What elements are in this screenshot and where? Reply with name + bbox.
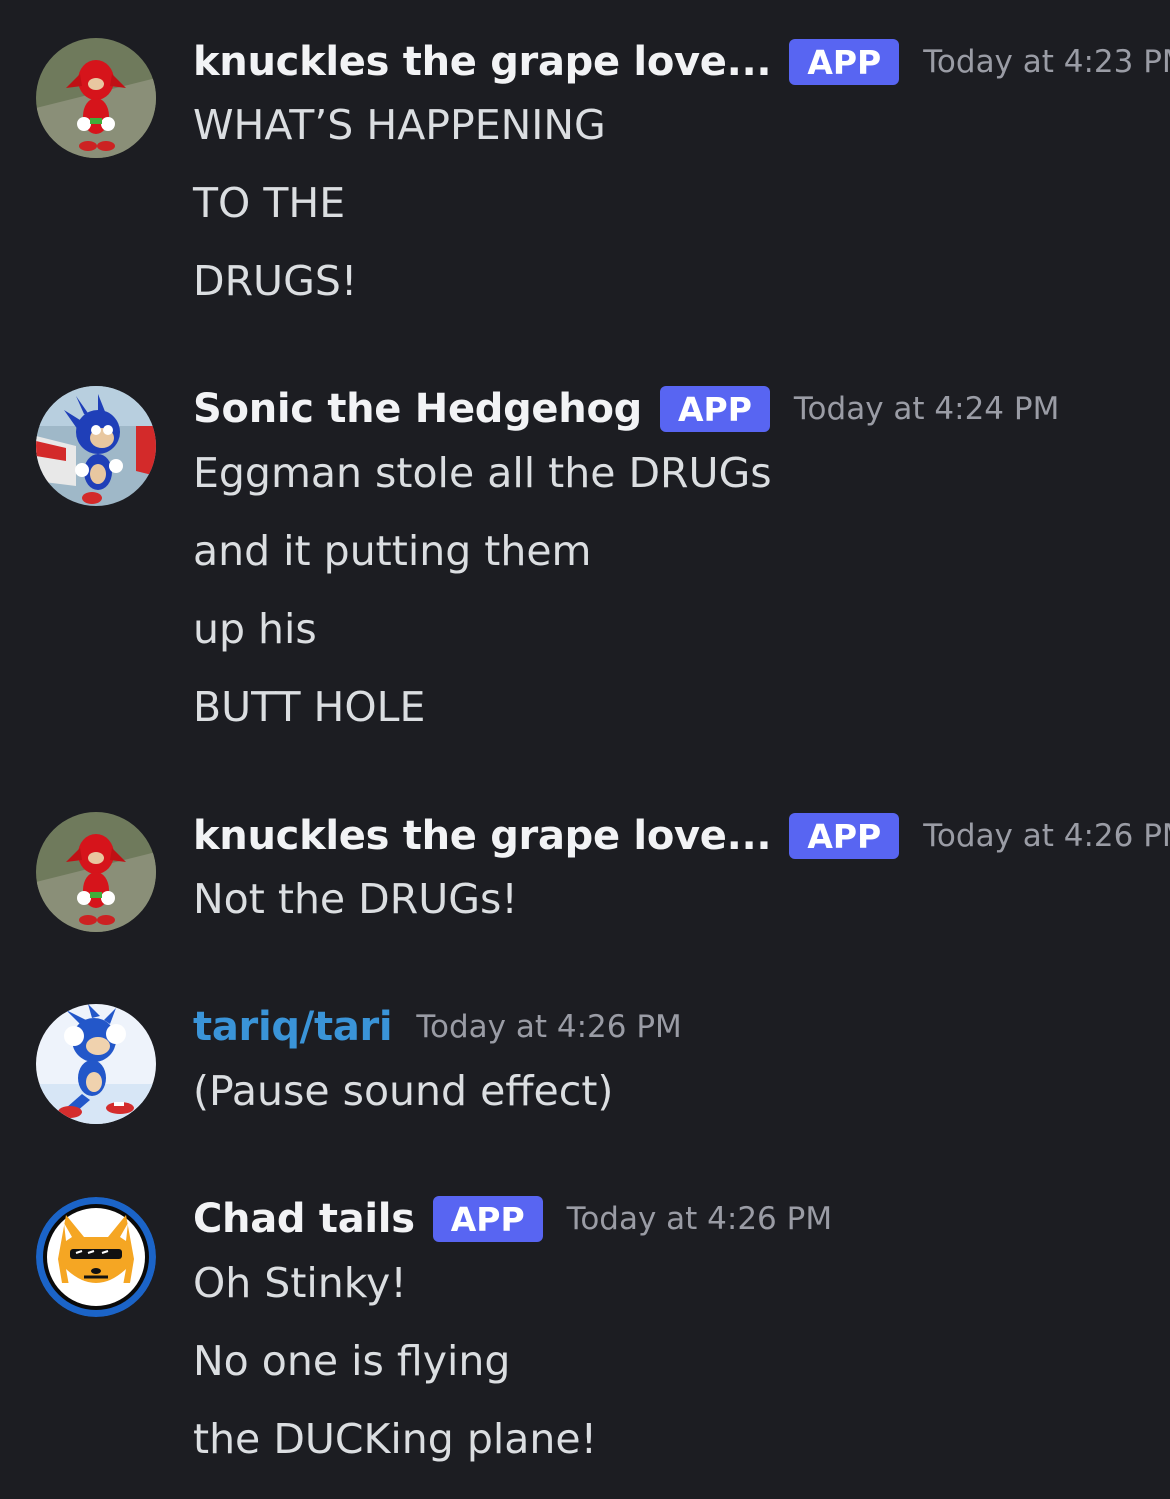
- author-name[interactable]: knuckles the grape love...: [193, 39, 772, 85]
- sonic-dance-avatar[interactable]: [36, 1004, 156, 1124]
- message-line: up his: [193, 605, 317, 653]
- message-line: No one is flying: [193, 1337, 511, 1385]
- message-line: Not the DRUGs!: [193, 875, 518, 923]
- message-line: DRUGS!: [193, 257, 358, 305]
- sonic-avatar[interactable]: [36, 386, 156, 506]
- message-line: TO THE: [193, 179, 346, 227]
- timestamp[interactable]: Today at 4:26 PM: [567, 1201, 832, 1237]
- message-line: Eggman stole all the DRUGs: [193, 449, 772, 497]
- author-name[interactable]: knuckles the grape love...: [193, 813, 772, 859]
- chad-tails-avatar[interactable]: [36, 1197, 156, 1317]
- timestamp[interactable]: Today at 4:26 PM: [923, 818, 1170, 854]
- author-name[interactable]: tariq/tari: [193, 1004, 393, 1050]
- message-line: and it putting them: [193, 527, 592, 575]
- message-line: (Pause sound effect): [193, 1067, 614, 1115]
- app-badge: APP: [789, 813, 900, 859]
- timestamp[interactable]: Today at 4:23 PM: [923, 44, 1170, 80]
- message-line: BUTT HOLE: [193, 683, 426, 731]
- knuckles-avatar[interactable]: [36, 38, 156, 158]
- message-line: Oh Stinky!: [193, 1259, 407, 1307]
- message-line: WHAT’S HAPPENING: [193, 101, 606, 149]
- author-name[interactable]: Chad tails: [193, 1196, 415, 1242]
- message-line: the DUCKing plane!: [193, 1415, 598, 1463]
- knuckles-avatar[interactable]: [36, 812, 156, 932]
- app-badge: APP: [789, 39, 900, 85]
- author-name[interactable]: Sonic the Hedgehog: [193, 386, 642, 432]
- app-badge: APP: [659, 386, 770, 432]
- timestamp[interactable]: Today at 4:26 PM: [416, 1009, 681, 1045]
- timestamp[interactable]: Today at 4:24 PM: [794, 391, 1059, 427]
- app-badge: APP: [432, 1196, 543, 1242]
